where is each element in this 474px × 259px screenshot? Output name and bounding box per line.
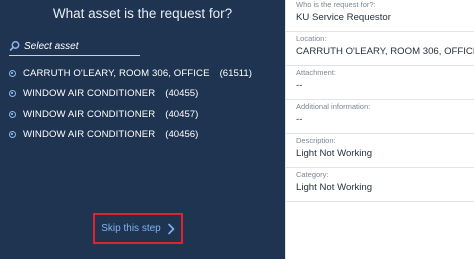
asset-marker-icon bbox=[9, 110, 16, 118]
asset-search-input[interactable] bbox=[24, 40, 134, 52]
summary-field-attachment: Attachment: -- bbox=[286, 66, 474, 100]
asset-list-item[interactable]: WINDOW AIR CONDITIONER (40457) bbox=[0, 104, 285, 125]
skip-step-label: Skip this step bbox=[101, 223, 161, 234]
asset-name: CARRUTH O'LEARY, ROOM 306, OFFICE bbox=[23, 67, 210, 79]
field-value: Light Not Working bbox=[296, 182, 373, 193]
asset-code: (40457) bbox=[165, 108, 199, 120]
field-value: CARRUTH O'LEARY, ROOM 306, OFFICE bbox=[296, 46, 474, 57]
field-label: Additional information: bbox=[296, 102, 371, 111]
field-value: -- bbox=[296, 114, 303, 125]
asset-marker-icon bbox=[9, 90, 16, 98]
field-value: Light Not Working bbox=[296, 148, 373, 159]
asset-selection-panel: What asset is the request for? CARRUTH O… bbox=[0, 0, 285, 259]
summary-field-location: Location: CARRUTH O'LEARY, ROOM 306, OFF… bbox=[286, 32, 474, 66]
asset-search[interactable] bbox=[9, 37, 140, 56]
asset-code: (61511) bbox=[219, 67, 252, 79]
asset-name: WINDOW AIR CONDITIONER bbox=[23, 108, 156, 120]
field-value: -- bbox=[296, 80, 303, 91]
summary-field-category: Category: Light Not Working bbox=[286, 168, 474, 202]
asset-marker-icon bbox=[9, 131, 16, 139]
asset-list-item[interactable]: CARRUTH O'LEARY, ROOM 306, OFFICE (61511… bbox=[0, 63, 285, 84]
field-label: Category: bbox=[296, 170, 329, 179]
field-label: Description: bbox=[296, 136, 336, 145]
search-icon bbox=[9, 40, 21, 52]
skip-step-button[interactable]: Skip this step bbox=[93, 213, 183, 244]
asset-request-screen: What asset is the request for? CARRUTH O… bbox=[0, 0, 474, 259]
asset-code: (40456) bbox=[165, 129, 199, 141]
page-title: What asset is the request for? bbox=[52, 6, 233, 21]
field-value: KU Service Requestor bbox=[296, 12, 391, 23]
summary-field-requestee: Who is the request for?: KU Service Requ… bbox=[286, 0, 474, 32]
asset-list: CARRUTH O'LEARY, ROOM 306, OFFICE (61511… bbox=[0, 63, 285, 145]
summary-field-description: Description: Light Not Working bbox=[286, 134, 474, 168]
field-label: Who is the request for?: bbox=[296, 0, 376, 9]
asset-code: (40455) bbox=[165, 88, 199, 100]
asset-list-item[interactable]: WINDOW AIR CONDITIONER (40456) bbox=[0, 125, 285, 146]
summary-field-additional-info: Additional information: -- bbox=[286, 100, 474, 134]
asset-name: WINDOW AIR CONDITIONER bbox=[23, 88, 156, 100]
asset-list-item[interactable]: WINDOW AIR CONDITIONER (40455) bbox=[0, 84, 285, 105]
field-label: Attachment: bbox=[296, 68, 337, 77]
field-label: Location: bbox=[296, 34, 327, 43]
asset-marker-icon bbox=[9, 69, 16, 77]
chevron-right-icon bbox=[167, 223, 175, 235]
request-summary-panel: Who is the request for?: KU Service Requ… bbox=[285, 0, 474, 259]
asset-name: WINDOW AIR CONDITIONER bbox=[23, 129, 156, 141]
